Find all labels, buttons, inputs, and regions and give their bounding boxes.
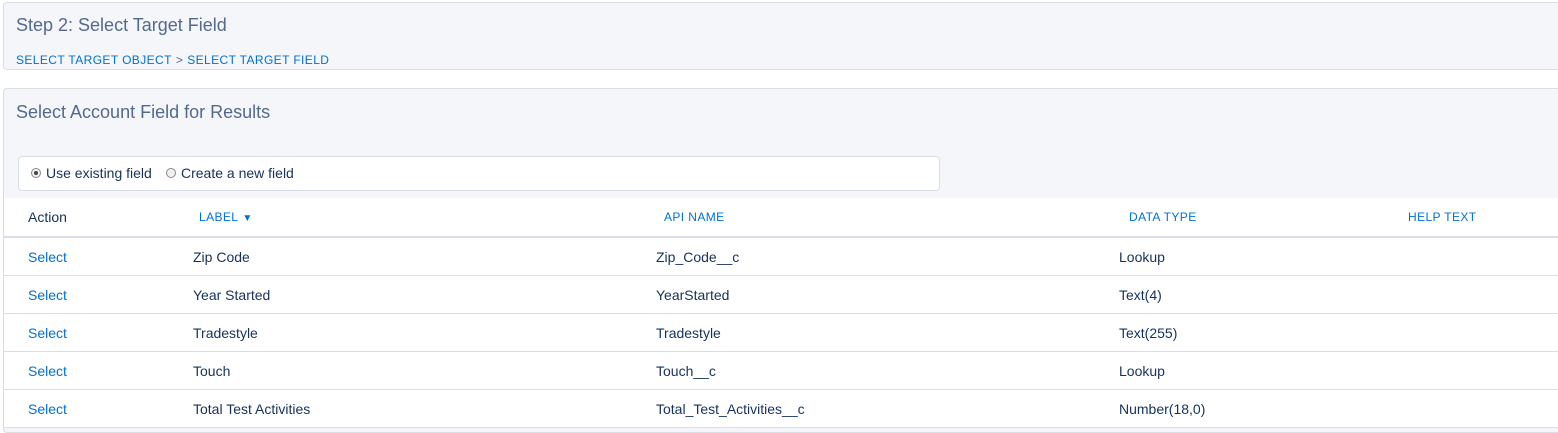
select-cell: Select bbox=[4, 351, 199, 390]
select-cell: Select bbox=[4, 389, 199, 428]
results-panel: Select Account Field for Results Use exi… bbox=[3, 88, 1558, 433]
data-type-cell: Number(18,0) bbox=[1119, 389, 1398, 428]
select-cell: Select bbox=[4, 275, 199, 314]
column-header-api-name[interactable]: API NAME bbox=[664, 198, 1129, 238]
create-new-field-option[interactable]: Create a new field bbox=[166, 165, 294, 181]
field-mode-radio-group: Use existing field Create a new field bbox=[18, 156, 940, 191]
select-link[interactable]: Select bbox=[28, 363, 67, 379]
help-text-cell bbox=[1408, 313, 1558, 352]
api-name-cell: Zip_Code__c bbox=[656, 237, 1121, 276]
help-text-cell bbox=[1408, 275, 1558, 314]
select-cell: Select bbox=[4, 237, 199, 276]
breadcrumb-select-target-object[interactable]: SELECT TARGET OBJECT bbox=[16, 53, 172, 67]
table-row: Select Zip Code Zip_Code__c Lookup bbox=[4, 237, 1558, 276]
fields-table: Action LABEL ▼ API NAME DATA TYPE HELP TE… bbox=[4, 198, 1558, 428]
label-cell: Zip Code bbox=[193, 237, 658, 276]
breadcrumb-separator: > bbox=[175, 53, 184, 67]
table-row: Select Year Started YearStarted Text(4) bbox=[4, 275, 1558, 314]
column-header-label-text: LABEL bbox=[199, 210, 239, 224]
help-text-cell bbox=[1408, 351, 1558, 390]
label-cell: Touch bbox=[193, 351, 658, 390]
results-title: Select Account Field for Results bbox=[16, 102, 271, 122]
column-header-action: Action bbox=[4, 198, 199, 238]
use-existing-field-radio[interactable] bbox=[31, 168, 41, 178]
label-cell: Tradestyle bbox=[193, 313, 658, 352]
table-row: Select Total Test Activities Total_Test_… bbox=[4, 389, 1558, 428]
data-type-cell: Text(255) bbox=[1119, 313, 1398, 352]
help-text-cell bbox=[1408, 389, 1558, 428]
select-link[interactable]: Select bbox=[28, 325, 67, 341]
select-link[interactable]: Select bbox=[28, 287, 67, 303]
api-name-cell: YearStarted bbox=[656, 275, 1121, 314]
breadcrumb-select-target-field[interactable]: SELECT TARGET FIELD bbox=[187, 53, 329, 67]
api-name-cell: Total_Test_Activities__c bbox=[656, 389, 1121, 428]
step-title: Step 2: Select Target Field bbox=[16, 15, 227, 35]
table-header-row: Action LABEL ▼ API NAME DATA TYPE HELP TE… bbox=[4, 198, 1558, 238]
create-new-field-radio[interactable] bbox=[166, 168, 176, 178]
table-row: Select Tradestyle Tradestyle Text(255) bbox=[4, 313, 1558, 352]
column-header-data-type[interactable]: DATA TYPE bbox=[1129, 198, 1408, 238]
label-cell: Year Started bbox=[193, 275, 658, 314]
data-type-cell: Text(4) bbox=[1119, 275, 1398, 314]
help-text-cell bbox=[1408, 237, 1558, 276]
use-existing-field-label: Use existing field bbox=[46, 165, 152, 181]
column-header-label[interactable]: LABEL ▼ bbox=[199, 198, 664, 238]
api-name-cell: Touch__c bbox=[656, 351, 1121, 390]
step-header-panel: Step 2: Select Target Field SELECT TARGE… bbox=[3, 2, 1558, 70]
data-type-cell: Lookup bbox=[1119, 351, 1398, 390]
select-link[interactable]: Select bbox=[28, 401, 67, 417]
select-cell: Select bbox=[4, 313, 199, 352]
create-new-field-label: Create a new field bbox=[181, 165, 294, 181]
select-link[interactable]: Select bbox=[28, 249, 67, 265]
label-cell: Total Test Activities bbox=[193, 389, 658, 428]
api-name-cell: Tradestyle bbox=[656, 313, 1121, 352]
fields-table-wrapper: Action LABEL ▼ API NAME DATA TYPE HELP TE… bbox=[4, 198, 1558, 428]
data-type-cell: Lookup bbox=[1119, 237, 1398, 276]
sort-descending-icon: ▼ bbox=[242, 213, 253, 224]
table-row: Select Touch Touch__c Lookup bbox=[4, 351, 1558, 390]
use-existing-field-option[interactable]: Use existing field bbox=[31, 165, 152, 181]
column-header-help-text[interactable]: HELP TEXT bbox=[1408, 198, 1558, 238]
breadcrumb: SELECT TARGET OBJECT > SELECT TARGET FIELD bbox=[16, 53, 329, 67]
